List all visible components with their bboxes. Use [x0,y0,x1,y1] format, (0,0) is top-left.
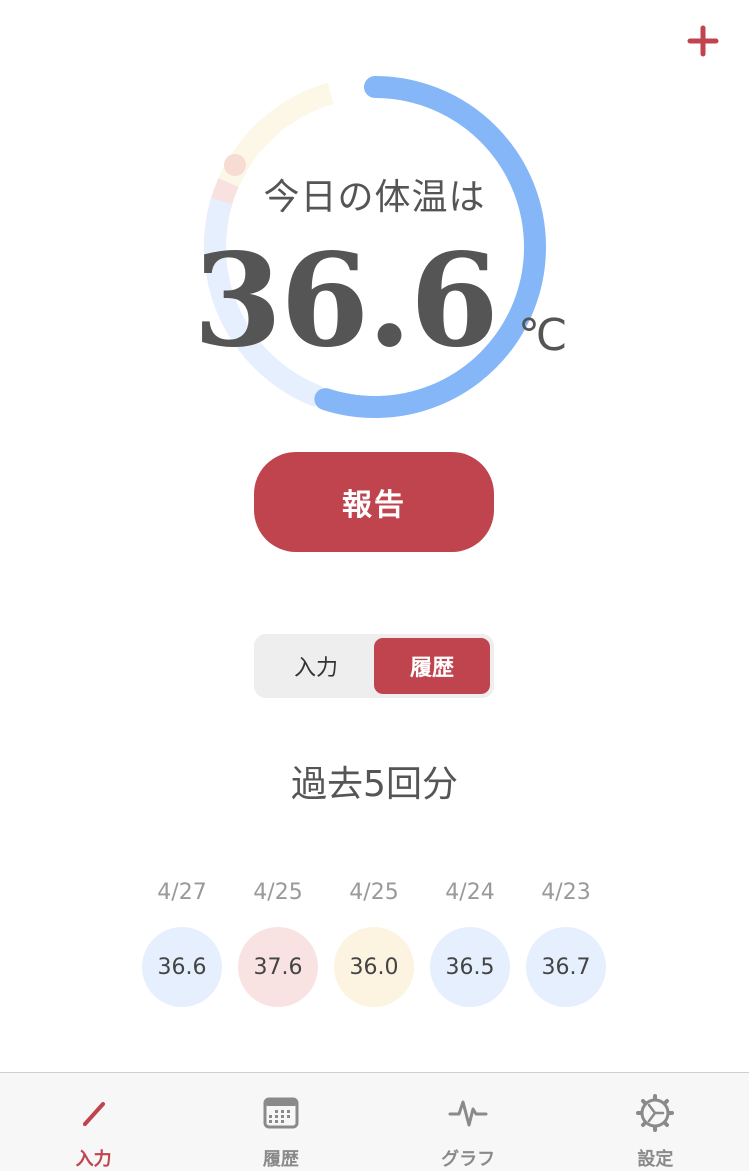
history-date: 4/25 [253,880,303,905]
history-value-bubble[interactable]: 36.5 [430,927,510,1007]
gear-icon [636,1094,675,1132]
history-value-bubble[interactable]: 36.7 [526,927,606,1007]
tab-label: 入力 [75,1149,112,1170]
report-button[interactable]: 報告 [254,452,494,552]
history-value-bubble[interactable]: 36.0 [334,927,414,1007]
tab-graph[interactable]: グラフ [375,1073,562,1171]
add-button[interactable] [682,20,724,62]
view-segmented-control: 入力 履歴 [254,634,494,698]
history-title: 過去5回分 [291,764,458,805]
pencil-icon [82,1102,105,1126]
temperature-unit: ℃ [518,310,568,361]
history-date: 4/27 [157,880,207,905]
tab-label: 設定 [637,1149,674,1170]
history-item: 4/24 36.5 [430,876,510,1007]
tab-bar: 入力 履歴 グラフ 設定 [0,1072,749,1171]
calendar-icon [263,1097,299,1129]
tab-history[interactable]: 履歴 [187,1073,374,1171]
tab-settings[interactable]: 設定 [562,1073,749,1171]
history-date: 4/25 [349,880,399,905]
tab-label: 履歴 [262,1149,299,1170]
history-date: 4/23 [541,880,591,905]
plus-icon [687,25,719,57]
today-label: 今日の体温は [263,177,486,218]
segment-history[interactable]: 履歴 [374,638,490,694]
history-date: 4/24 [445,880,495,905]
tab-label: グラフ [441,1149,496,1170]
history-list: 4/27 36.6 4/25 37.6 4/25 36.0 4/24 36.5 … [142,876,606,1007]
temperature-value: 36.6 [193,226,499,376]
pulse-icon [448,1100,488,1127]
history-item: 4/23 36.7 [526,876,606,1007]
history-item: 4/25 36.0 [334,876,414,1007]
history-item: 4/27 36.6 [142,876,222,1007]
history-value-bubble[interactable]: 36.6 [142,927,222,1007]
segment-input[interactable]: 入力 [258,638,374,694]
tab-input[interactable]: 入力 [0,1073,187,1171]
history-value-bubble[interactable]: 37.6 [238,927,318,1007]
history-item: 4/25 37.6 [238,876,318,1007]
